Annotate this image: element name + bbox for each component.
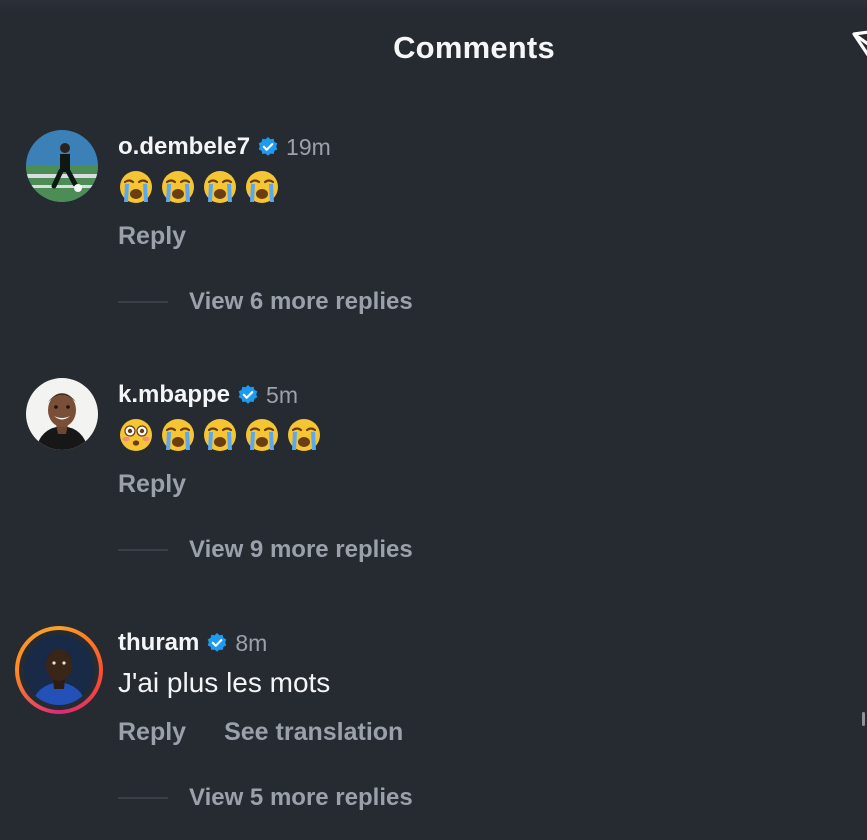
avatar[interactable] bbox=[26, 378, 98, 450]
verified-badge-icon bbox=[238, 385, 258, 404]
username[interactable]: k.mbappe bbox=[118, 381, 230, 409]
flushed-face-icon bbox=[120, 419, 152, 451]
username[interactable]: o.dembele7 bbox=[118, 133, 250, 161]
comment-emoji-row bbox=[118, 169, 280, 205]
timestamp: 8m bbox=[235, 629, 268, 656]
loudly-crying-face-icon bbox=[162, 419, 194, 451]
loudly-crying-face-icon bbox=[204, 171, 236, 203]
avatar-photo-icon bbox=[26, 378, 98, 450]
see-translation-button[interactable]: See translation bbox=[224, 718, 403, 747]
reply-button[interactable]: Reply bbox=[118, 222, 186, 251]
story-ring[interactable] bbox=[15, 626, 103, 714]
comment-header: k.mbappe 5m bbox=[118, 380, 298, 410]
reply-button[interactable]: Reply bbox=[118, 718, 186, 747]
edge-indicator bbox=[862, 712, 865, 726]
comments-sheet: Comments o.dembele7 19m Reply View 6 mor… bbox=[0, 0, 867, 840]
timestamp: 5m bbox=[266, 381, 298, 408]
view-replies-row[interactable]: View 9 more replies bbox=[118, 536, 413, 564]
replies-divider bbox=[118, 797, 168, 799]
share-icon[interactable] bbox=[848, 24, 867, 64]
loudly-crying-face-icon bbox=[288, 419, 320, 451]
comment-text: J'ai plus les mots bbox=[118, 667, 331, 698]
verified-badge-icon bbox=[258, 137, 278, 156]
sheet-top-edge bbox=[0, 0, 867, 14]
page-title: Comments bbox=[393, 30, 555, 65]
avatar[interactable] bbox=[26, 130, 98, 202]
loudly-crying-face-icon bbox=[204, 419, 236, 451]
avatar[interactable] bbox=[24, 635, 94, 705]
comment-actions: Reply bbox=[118, 470, 186, 499]
loudly-crying-face-icon bbox=[120, 171, 152, 203]
verified-badge-icon bbox=[208, 633, 227, 652]
view-replies-button[interactable]: View 9 more replies bbox=[189, 536, 413, 564]
avatar-photo-icon bbox=[24, 635, 94, 705]
replies-divider bbox=[118, 549, 168, 551]
replies-divider bbox=[118, 301, 168, 303]
view-replies-button[interactable]: View 6 more replies bbox=[189, 288, 413, 316]
comment-header: o.dembele7 19m bbox=[118, 132, 331, 162]
comment-actions: Reply bbox=[118, 222, 186, 251]
timestamp: 19m bbox=[286, 133, 331, 160]
comment-header: thuram 8m bbox=[118, 628, 267, 658]
loudly-crying-face-icon bbox=[246, 419, 278, 451]
loudly-crying-face-icon bbox=[246, 171, 278, 203]
loudly-crying-face-icon bbox=[162, 171, 194, 203]
username[interactable]: thuram bbox=[118, 629, 199, 657]
comment-actions: Reply See translation bbox=[118, 718, 403, 747]
view-replies-row[interactable]: View 6 more replies bbox=[118, 288, 413, 316]
comment-emoji-row bbox=[118, 417, 322, 453]
view-replies-row[interactable]: View 5 more replies bbox=[118, 784, 413, 812]
avatar-photo-icon bbox=[26, 130, 98, 202]
view-replies-button[interactable]: View 5 more replies bbox=[189, 784, 413, 812]
reply-button[interactable]: Reply bbox=[118, 470, 186, 499]
